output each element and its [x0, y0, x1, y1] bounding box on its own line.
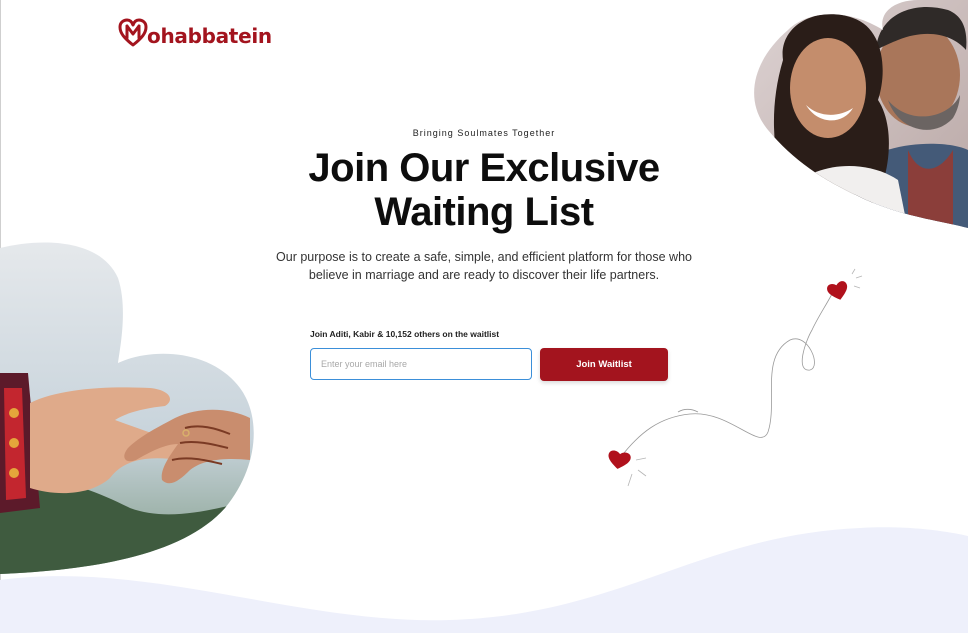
heart-sparkle-icon — [627, 457, 647, 487]
waitlist-count-label: Join Aditi, Kabir & 10,152 others on the… — [310, 329, 500, 339]
brand-logo[interactable]: ohabbatein — [118, 16, 272, 50]
hero-tagline: Bringing Soulmates Together — [412, 128, 556, 138]
email-input[interactable] — [310, 348, 532, 380]
page-title-line-2: Waiting List — [374, 190, 594, 234]
henna-hands-photo — [0, 242, 254, 574]
landing-page: ohabbatein Bringing Soulmates Together J… — [0, 0, 968, 633]
heart-sparkle-icon — [851, 268, 863, 289]
heart-logo-icon — [118, 18, 148, 47]
page-title-line-1: Join Our Exclusive — [308, 146, 660, 190]
join-waitlist-button[interactable]: Join Waitlist — [540, 348, 668, 381]
page-title: Join Our Exclusive Waiting List — [0, 146, 968, 234]
hero-description: Our purpose is to create a safe, simple,… — [276, 250, 692, 282]
brand-name: ohabbatein — [147, 24, 272, 48]
